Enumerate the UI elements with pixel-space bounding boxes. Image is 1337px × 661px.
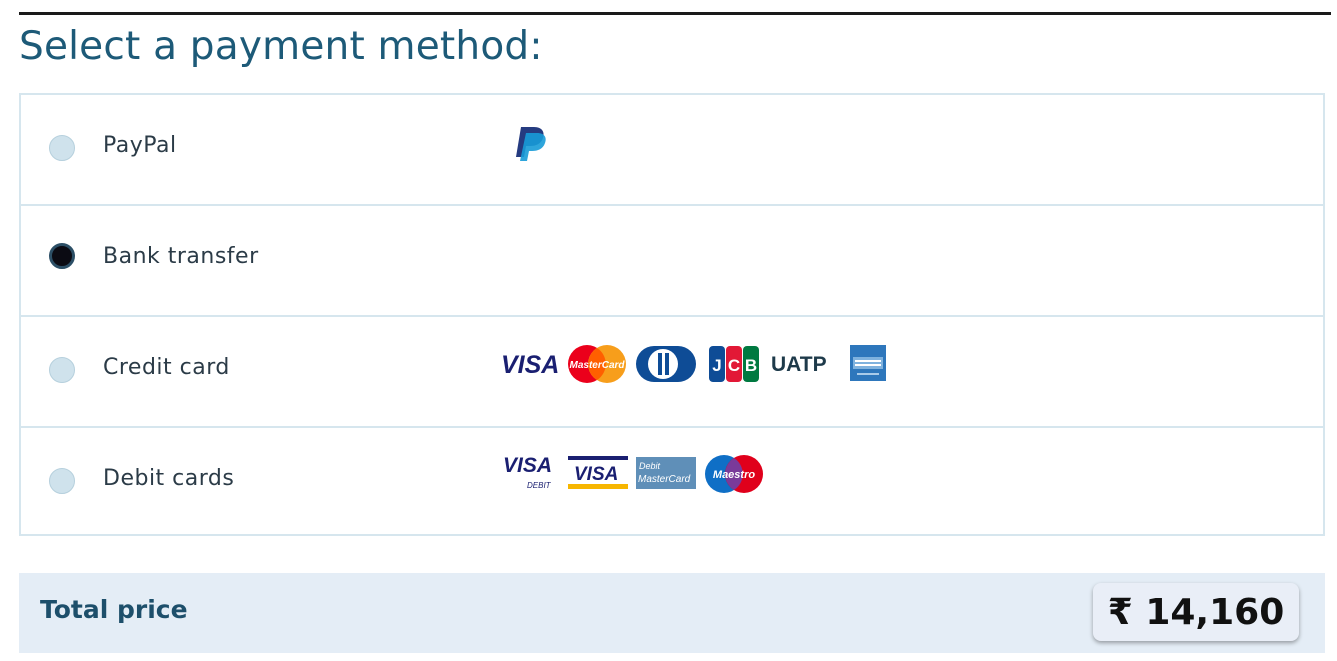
svg-text:VISA: VISA [503,454,552,477]
svg-text:MasterCard: MasterCard [638,474,691,485]
payment-method-list: PayPal Bank transfer Credit card VISA Ma… [19,93,1325,536]
uatp-icon: UATP [771,353,827,376]
american-express-icon [850,345,886,381]
svg-text:VISA: VISA [574,464,618,485]
paypal-radio[interactable] [49,135,75,161]
page-title: Select a payment method: [19,24,543,69]
debit-mastercard-icon: Debit MasterCard [636,457,696,489]
svg-text:DEBIT: DEBIT [527,481,552,490]
payment-option-debit-cards[interactable]: Debit cards VISA DEBIT VISA Debit Master… [21,428,1323,539]
visa-electron-icon: VISA [568,456,628,489]
svg-text:VISA: VISA [501,351,559,379]
diners-club-icon [636,346,696,382]
paypal-icon [516,127,546,161]
svg-text:Debit: Debit [639,461,661,471]
total-price-bar: Total price ₹ 14,160 [19,573,1325,653]
total-price-box: ₹ 14,160 [1093,583,1299,641]
svg-text:B: B [745,356,757,375]
svg-text:J: J [712,356,721,375]
maestro-icon: Maestro [705,455,763,493]
jcb-icon: J C B [709,346,759,382]
payment-option-bank-transfer[interactable]: Bank transfer [21,206,1323,317]
payment-option-label: PayPal [103,133,177,158]
total-price-label: Total price [40,595,188,624]
total-price-amount: ₹ 14,160 [1107,591,1285,633]
credit-card-radio[interactable] [49,357,75,383]
svg-text:MasterCard: MasterCard [569,360,625,371]
debit-cards-radio[interactable] [49,468,75,494]
visa-icon: VISA [501,351,559,379]
payment-option-credit-card[interactable]: Credit card VISA MasterCard J C B UATP [21,317,1323,428]
payment-option-label: Bank transfer [103,244,259,269]
svg-text:C: C [728,356,740,375]
visa-debit-icon: VISA DEBIT [503,454,552,490]
payment-option-paypal[interactable]: PayPal [21,95,1323,206]
mastercard-icon: MasterCard [568,345,626,383]
top-divider [19,12,1331,15]
payment-option-label: Debit cards [103,466,235,491]
svg-text:UATP: UATP [771,353,827,376]
bank-transfer-radio[interactable] [49,243,75,269]
payment-option-label: Credit card [103,355,230,380]
svg-text:Maestro: Maestro [713,469,755,481]
